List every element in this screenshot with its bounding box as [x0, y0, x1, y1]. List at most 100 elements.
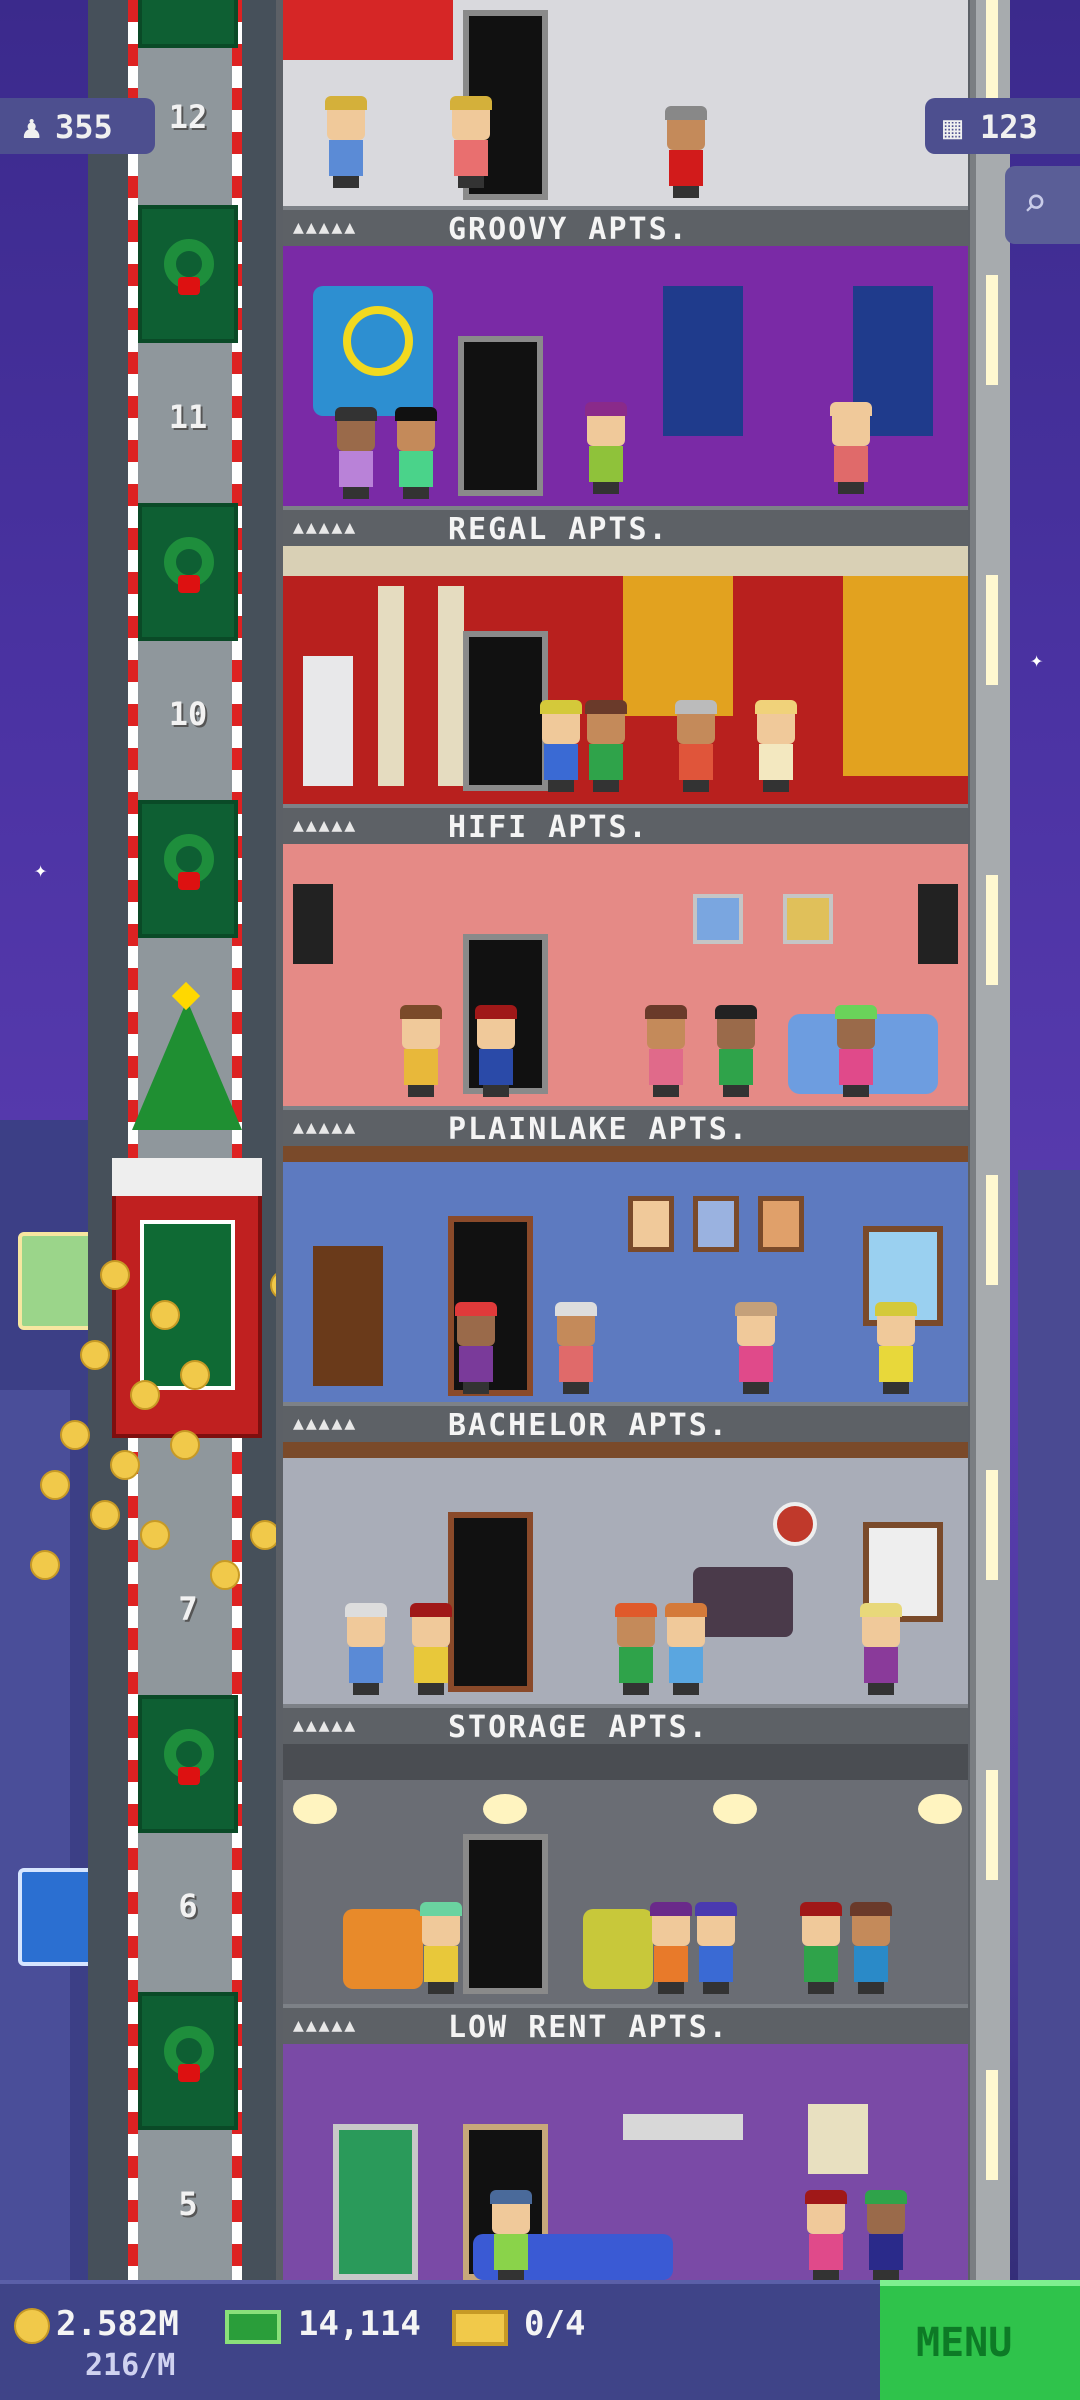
shaft-floor-number: 10 [168, 695, 208, 733]
floor-room[interactable] [283, 1442, 968, 1704]
floor-stars: ▲▲▲▲▲ [293, 217, 358, 238]
pillar-light [986, 575, 998, 685]
floor-banner[interactable]: ▲▲▲▲▲ REGAL APTS. [283, 506, 968, 547]
pillar-light [986, 1470, 998, 1580]
menu-button[interactable]: MENU [880, 2280, 1080, 2400]
resident[interactable] [538, 700, 584, 792]
bux-value: 14,114 [298, 2304, 421, 2344]
pillar-light [986, 0, 998, 110]
floor-room[interactable] [283, 546, 968, 804]
floor-stars: ▲▲▲▲▲ [293, 1413, 358, 1434]
floor-banner[interactable]: ▲▲▲▲▲ PLAINLAKE APTS. [283, 1106, 968, 1147]
resident[interactable] [863, 2190, 909, 2280]
floor-room[interactable] [283, 246, 968, 506]
floor-room[interactable] [283, 1744, 968, 2004]
search-icon: ⌕ [1023, 180, 1048, 226]
menu-label: MENU [916, 2320, 1013, 2366]
floor-name: LOW RENT APTS. [448, 2010, 729, 2045]
resident[interactable] [693, 1902, 739, 1994]
floor-room[interactable] [283, 1146, 968, 1402]
resident[interactable] [448, 96, 494, 188]
shaft-wreath-block [138, 205, 238, 343]
side-message-icon[interactable] [18, 1868, 96, 1966]
coin-icon [110, 1450, 140, 1480]
coin-icon [40, 1470, 70, 1500]
floor-banner[interactable]: ▲▲▲▲▲ LOW RENT APTS. [283, 2004, 968, 2045]
resident[interactable] [398, 1005, 444, 1097]
shaft-wreath-block [138, 1992, 238, 2130]
floor-name: HIFI APTS. [448, 810, 649, 845]
resident[interactable] [343, 1603, 389, 1695]
resident[interactable] [873, 1302, 919, 1394]
resident[interactable] [753, 700, 799, 792]
resident[interactable] [408, 1603, 454, 1695]
coin-icon [180, 1360, 210, 1390]
resident[interactable] [858, 1603, 904, 1695]
shaft-wreath-block [138, 1695, 238, 1833]
coin-icon [90, 1500, 120, 1530]
floor-room[interactable] [283, 844, 968, 1106]
floor-banner[interactable]: ▲▲▲▲▲ GROOVY APTS. [283, 206, 968, 247]
pillar-light [986, 875, 998, 985]
ticket-icon [452, 2310, 508, 2346]
pillar-light [986, 1770, 998, 1880]
sparkle-icon: ✦ [1030, 648, 1044, 673]
floor-room[interactable] [283, 2044, 968, 2280]
floor-door [458, 336, 543, 496]
floor-name: REGAL APTS. [448, 512, 669, 547]
resident[interactable] [583, 700, 629, 792]
resident[interactable] [488, 2190, 534, 2280]
bux-icon [225, 2310, 281, 2344]
resident[interactable] [798, 1902, 844, 1994]
pillar-light [986, 2070, 998, 2180]
elevator-rail [128, 0, 138, 2280]
floor-count-value: 123 [980, 108, 1038, 146]
resident[interactable] [473, 1005, 519, 1097]
resident[interactable] [643, 1005, 689, 1097]
person-icon: ♟ [22, 108, 42, 146]
floor-name: BACHELOR APTS. [448, 1408, 729, 1443]
search-button[interactable]: ⌕ [1005, 166, 1080, 244]
floor-stars: ▲▲▲▲▲ [293, 815, 358, 836]
coin-icon [130, 1380, 160, 1410]
shaft-floor-number: 11 [168, 398, 208, 436]
resident[interactable] [333, 407, 379, 499]
resident[interactable] [828, 402, 874, 494]
floor-banner[interactable]: ▲▲▲▲▲ BACHELOR APTS. [283, 1402, 968, 1443]
floor-banner[interactable]: ▲▲▲▲▲ HIFI APTS. [283, 804, 968, 845]
resident[interactable] [613, 1603, 659, 1695]
resident[interactable] [323, 96, 369, 188]
resident[interactable] [733, 1302, 779, 1394]
elevator-car-top [112, 1158, 262, 1196]
background-building [0, 1390, 70, 2280]
shaft-floor-number: 7 [178, 1590, 198, 1628]
resident[interactable] [663, 106, 709, 198]
resident[interactable] [833, 1005, 879, 1097]
coin-icon [170, 1430, 200, 1460]
resident[interactable] [803, 2190, 849, 2280]
coin-icon [80, 1340, 110, 1370]
floor-name: GROOVY APTS. [448, 212, 689, 247]
floor-door [448, 1512, 533, 1692]
resident[interactable] [418, 1902, 464, 1994]
floor-banner[interactable]: ▲▲▲▲▲ STORAGE APTS. [283, 1704, 968, 1745]
floor-door [463, 631, 548, 791]
resident[interactable] [453, 1302, 499, 1394]
resident[interactable] [673, 700, 719, 792]
resident[interactable] [713, 1005, 759, 1097]
side-event-icon[interactable] [18, 1232, 96, 1330]
resident[interactable] [393, 407, 439, 499]
resident[interactable] [553, 1302, 599, 1394]
floor-stars: ▲▲▲▲▲ [293, 2015, 358, 2036]
resident[interactable] [583, 402, 629, 494]
floor-room[interactable] [283, 0, 968, 206]
coin-icon [30, 1550, 60, 1580]
floor-name: PLAINLAKE APTS. [448, 1112, 749, 1147]
resident[interactable] [848, 1902, 894, 1994]
floor-door [463, 1834, 548, 1994]
resident[interactable] [648, 1902, 694, 1994]
coins-value: 2.582M [56, 2304, 179, 2344]
resident[interactable] [663, 1603, 709, 1695]
population-counter[interactable]: ♟ 355 [0, 98, 155, 154]
floor-counter[interactable]: ▦ 123 [925, 98, 1080, 154]
